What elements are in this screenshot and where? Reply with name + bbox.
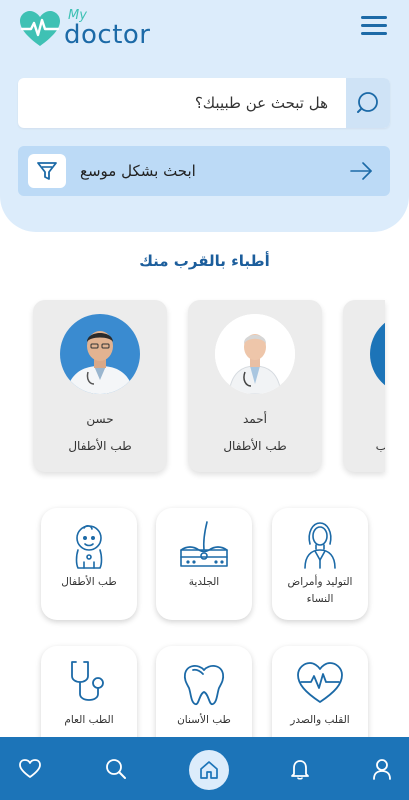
doctor-specialty: طب الأطفال: [68, 439, 132, 453]
arrow-right-icon: [350, 162, 372, 180]
baby-icon: [75, 525, 103, 569]
nav-home-button[interactable]: [189, 750, 229, 790]
logo-doctor-text: doctor: [64, 20, 151, 50]
tooth-icon: [183, 665, 225, 706]
doctor-card-partial[interactable]: طب: [343, 300, 385, 472]
doctor-name: أحمد: [243, 412, 267, 426]
advanced-search-button[interactable]: ابحث بشكل موسع: [18, 146, 390, 196]
user-icon: [373, 758, 391, 780]
specialty-label: الطب العام: [64, 714, 114, 726]
nav-notifications-button[interactable]: [280, 737, 320, 800]
woman-icon: [304, 522, 336, 569]
search-input[interactable]: [18, 78, 346, 128]
specialty-label: القلب والصدر: [290, 714, 350, 726]
specialty-label: طب الأطفال: [61, 576, 117, 588]
doctor-avatar: [60, 314, 140, 394]
heart-logo-icon: [20, 11, 60, 46]
home-icon: [200, 761, 218, 779]
specialty-card-dermatology[interactable]: الجلدية: [156, 508, 252, 620]
skin-icon: [180, 521, 228, 567]
advanced-search-label: ابحث بشكل موسع: [80, 162, 196, 180]
search-button[interactable]: [346, 78, 390, 128]
doctor-specialty: طب الأطفال: [223, 439, 287, 453]
heart-icon: [19, 758, 41, 778]
nav-favorites-button[interactable]: [10, 737, 50, 800]
doctor-card-hassan[interactable]: حسن طب الأطفال: [33, 300, 167, 472]
funnel-icon: [37, 162, 57, 180]
specialty-label: التوليد وأمراض النساء: [287, 576, 353, 605]
doctor-avatar: [215, 314, 295, 394]
doctor-name: حسن: [86, 412, 114, 426]
doctor-avatar: [370, 314, 385, 394]
nearby-doctors-title: أطباء بالقرب منك: [139, 252, 270, 270]
specialty-label: الجلدية: [188, 576, 220, 588]
header-panel: My doctor ابحث بشكل موسع: [0, 0, 409, 232]
specialty-card-pediatrics[interactable]: طب الأطفال: [41, 508, 137, 620]
hamburger-menu-icon[interactable]: [361, 16, 387, 36]
app-logo: My doctor: [18, 6, 168, 52]
filter-button[interactable]: [28, 154, 66, 188]
specialty-card-obgyn[interactable]: التوليد وأمراض النساء: [272, 508, 368, 620]
search-bar: [18, 78, 390, 128]
search-icon: [106, 758, 126, 779]
nav-search-button[interactable]: [96, 737, 136, 800]
app-screen: My doctor ابحث بشكل موسع: [0, 0, 409, 800]
search-icon: [357, 92, 378, 113]
specialty-label: طب الأسنان: [177, 714, 231, 726]
doctor-specialty: طب: [375, 439, 385, 453]
heart-pulse-icon: [297, 662, 343, 703]
nav-profile-button[interactable]: [362, 737, 402, 800]
stethoscope-icon: [71, 661, 104, 701]
doctor-card-ahmed[interactable]: أحمد طب الأطفال: [188, 300, 322, 472]
bell-icon: [291, 759, 309, 780]
